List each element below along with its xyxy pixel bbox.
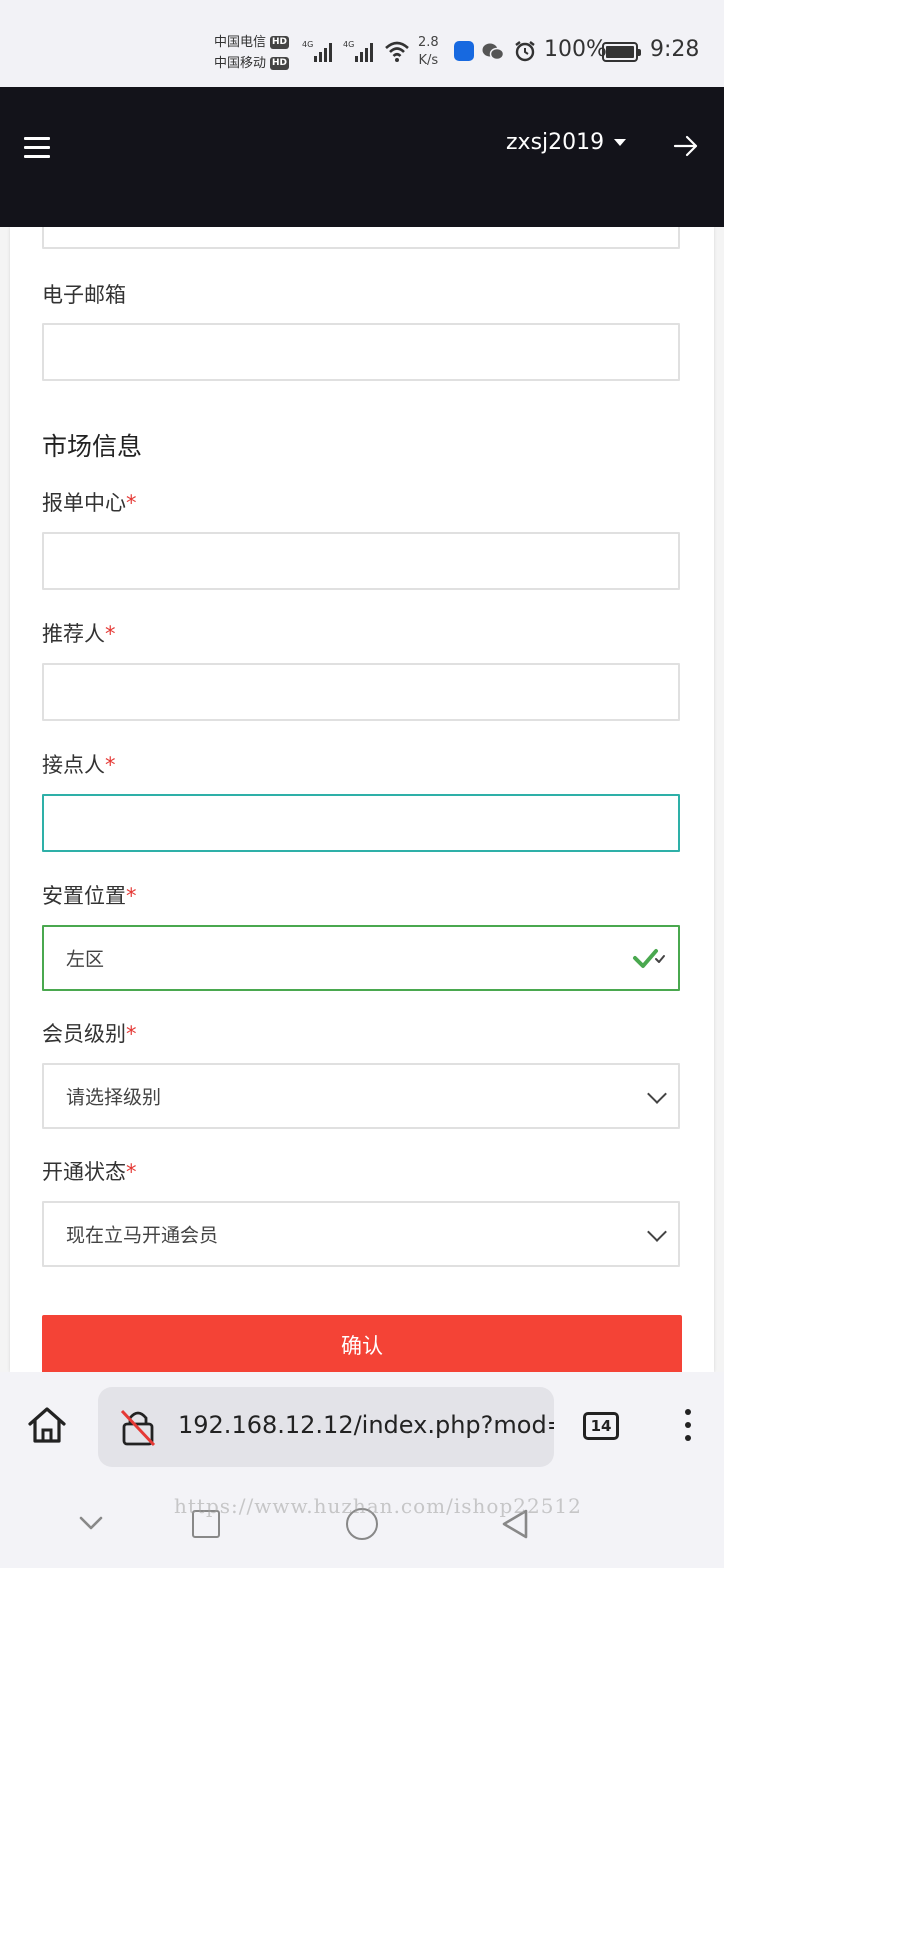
network-speed: 2.8 K/s [418,35,439,68]
form-card: 电子邮箱 市场信息 报单中心* 推荐人* 接点人* 安置位置* 左区 会员级别*… [10,191,714,1375]
browser-toolbar: 192.168.12.12/index.php?mod=r 14 [0,1372,724,1482]
chevron-down-icon [647,1084,667,1104]
position-select[interactable]: 左区 [42,925,680,991]
hd-icon: HD [270,57,290,70]
more-vertical-icon[interactable] [683,1409,693,1449]
wifi-icon [385,41,409,62]
contact-person-label: 接点人* [42,753,116,777]
required-mark: * [105,622,116,646]
signal-icon [355,42,373,62]
network-type-1: 4G [302,40,314,49]
required-mark: * [126,884,137,908]
position-label: 安置位置* [42,884,137,908]
market-section-title: 市场信息 [42,432,143,461]
recommender-input[interactable] [42,663,680,721]
watermark-text: https://www.huzhan.com/ishop22512 [174,1494,582,1518]
required-mark: * [126,1160,137,1184]
chevron-down-icon [647,1222,667,1242]
form-page: 电子邮箱 市场信息 报单中心* 推荐人* 接点人* 安置位置* 左区 会员级别*… [0,191,724,1375]
report-center-label: 报单中心* [42,491,137,515]
confirm-button[interactable]: 确认 [42,1315,682,1375]
hd-icon: HD [270,36,290,49]
report-center-input[interactable] [42,532,680,590]
member-level-select[interactable]: 请选择级别 [42,1063,680,1129]
carrier-info: 中国电信 HD 中国移动 HD [214,32,290,74]
battery-percent: 100% [544,37,607,62]
logout-arrow-icon[interactable] [672,132,700,160]
recommender-label: 推荐人* [42,622,116,646]
url-text: 192.168.12.12/index.php?mod=r [178,1411,554,1439]
carrier-2: 中国移动 [214,56,267,71]
activation-status-label: 开通状态* [42,1160,137,1184]
email-label: 电子邮箱 [42,283,126,307]
network-type-2: 4G [343,40,355,49]
user-dropdown[interactable]: zxsj2019 [506,130,627,155]
app-shield-icon [454,41,474,61]
wechat-icon [482,43,504,61]
not-secure-lock-icon[interactable] [118,1407,158,1447]
address-bar[interactable]: 192.168.12.12/index.php?mod=r [98,1387,554,1467]
member-level-label: 会员级别* [42,1022,137,1046]
activation-status-select[interactable]: 现在立马开通会员 [42,1201,680,1267]
alarm-icon [515,41,535,62]
clock: 9:28 [650,37,700,62]
required-mark: * [126,491,137,515]
top-navbar: zxsj2019 [0,87,724,227]
tabs-icon[interactable]: 14 [583,1412,619,1440]
carrier-1: 中国电信 [214,35,267,50]
contact-person-input[interactable] [42,794,680,852]
position-value: 左区 [66,948,105,971]
email-field[interactable] [42,323,680,381]
status-bar: 中国电信 HD 中国移动 HD 4G 4G 2.8 K/s 100% 9:28 [0,0,724,87]
signal-icon [314,42,332,62]
home-icon[interactable] [26,1405,68,1445]
member-level-value: 请选择级别 [66,1086,162,1109]
valid-check-icon [633,949,665,968]
activation-status-value: 现在立马开通会员 [66,1224,219,1247]
caret-down-icon [614,139,627,146]
battery-charging-icon [602,42,641,62]
collapse-down-icon[interactable] [78,1514,104,1532]
required-mark: * [126,1022,137,1046]
username-label: zxsj2019 [506,130,605,155]
menu-icon[interactable] [24,137,50,159]
required-mark: * [105,753,116,777]
